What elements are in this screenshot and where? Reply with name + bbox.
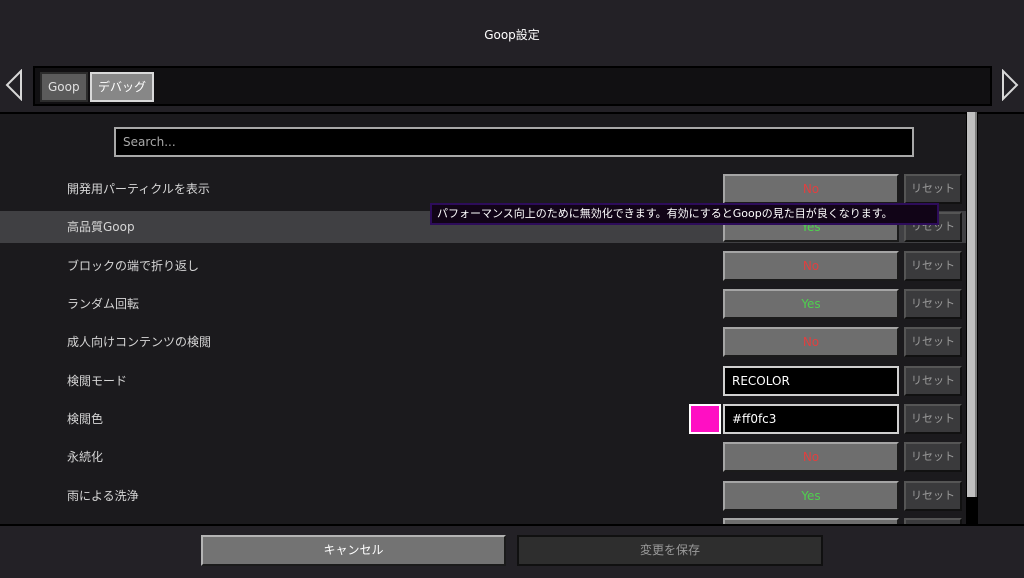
reset-button[interactable]: リセット <box>904 289 962 319</box>
setting-row-wrap-at-block-edge: ブロックの端で折り返し No リセット <box>0 250 966 282</box>
scrollbar-thumb[interactable] <box>967 112 977 497</box>
setting-label: 高品質Goop <box>67 220 135 234</box>
color-swatch[interactable] <box>689 404 721 434</box>
setting-label: 雨による洗浄 <box>67 489 139 503</box>
reset-button[interactable]: リセット <box>904 174 962 204</box>
setting-toggle-button[interactable]: No <box>723 327 899 357</box>
save-changes-button[interactable]: 変更を保存 <box>517 535 823 566</box>
setting-row-censor-color: 検閲色 #ff0fc3 リセット <box>0 403 966 435</box>
setting-label: 成人向けコンテンツの検閲 <box>67 335 212 349</box>
reset-button[interactable]: リセット <box>904 442 962 472</box>
reset-button[interactable]: リセット <box>904 481 962 511</box>
setting-toggle-button[interactable]: No <box>723 251 899 281</box>
chevron-left-icon <box>5 69 22 101</box>
previous-category-button[interactable] <box>4 69 24 101</box>
setting-label: ブロックの端で折り返し <box>67 259 200 273</box>
reset-button[interactable]: リセット <box>904 327 962 357</box>
setting-label: 永続化 <box>67 450 104 464</box>
tooltip: パフォーマンス向上のために無効化できます。有効にするとGoopの見た目が良くなり… <box>430 203 939 225</box>
setting-toggle-button[interactable]: No <box>723 442 899 472</box>
chevron-right-icon <box>1002 69 1019 101</box>
reset-button[interactable]: リセット <box>904 366 962 396</box>
footer <box>0 524 1024 578</box>
reset-button[interactable]: リセット <box>904 404 962 434</box>
censor-mode-field[interactable]: RECOLOR <box>723 366 899 396</box>
setting-label: 開発用パーティクルを表示 <box>67 182 210 196</box>
next-category-button[interactable] <box>1000 69 1020 101</box>
setting-row-random-rotation: ランダム回転 Yes リセット <box>0 288 966 320</box>
setting-toggle-button[interactable]: Yes <box>723 481 899 511</box>
setting-toggle-button[interactable]: No <box>723 174 899 204</box>
tab-debug[interactable]: デバッグ <box>90 72 155 102</box>
reset-button[interactable]: リセット <box>904 251 962 281</box>
tab-goop[interactable]: Goop <box>40 72 88 102</box>
setting-toggle-button[interactable]: Yes <box>723 289 899 319</box>
setting-row-rain-cleaning: 雨による洗浄 Yes リセット <box>0 480 966 512</box>
setting-label: 検閲モード <box>67 374 128 388</box>
setting-row-censor-mature-content: 成人向けコンテンツの検閲 No リセット <box>0 326 966 358</box>
window-title: Goop設定 <box>484 28 540 42</box>
setting-row-partial <box>0 517 966 524</box>
category-tab-bar: Goop デバッグ <box>33 66 992 106</box>
search-input[interactable] <box>114 127 914 157</box>
censor-color-field[interactable]: #ff0fc3 <box>723 404 899 434</box>
setting-label: ランダム回転 <box>67 297 140 311</box>
setting-label: 検閲色 <box>67 412 104 426</box>
setting-row-persistence: 永続化 No リセット <box>0 441 966 473</box>
cancel-button[interactable]: キャンセル <box>201 535 506 566</box>
setting-row-censor-mode: 検閲モード RECOLOR リセット <box>0 365 966 397</box>
setting-row-show-dev-particles: 開発用パーティクルを表示 No リセット <box>0 173 966 205</box>
